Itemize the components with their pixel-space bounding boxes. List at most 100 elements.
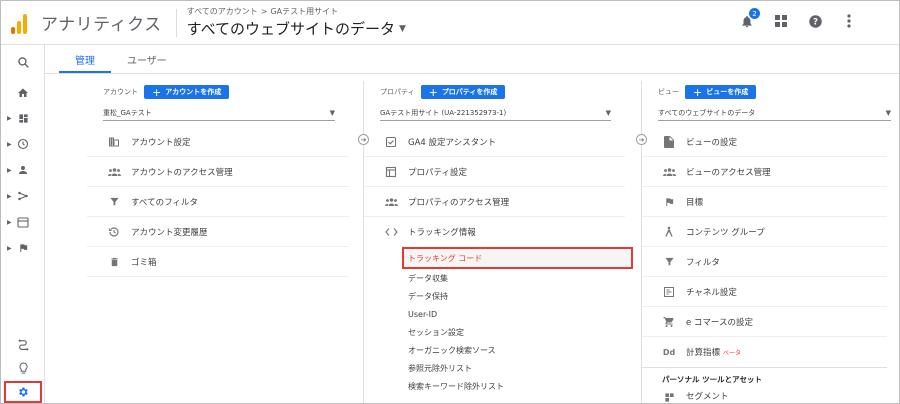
- nav-discover[interactable]: [1, 357, 45, 379]
- create-view-button[interactable]: + ビューを作成: [685, 85, 757, 99]
- view-filters-item[interactable]: フィルタ: [642, 247, 887, 277]
- user-id-item[interactable]: User-ID: [364, 305, 637, 323]
- tab-users[interactable]: ユーザー: [111, 45, 183, 73]
- nav-behavior[interactable]: ▶: [1, 211, 45, 233]
- data-collection-item[interactable]: データ収集: [364, 269, 637, 287]
- view-column: ➔ ビュー + ビューを作成 すべてのウェブサイトのデータ ▼ ビューの設定 ビ…: [636, 81, 899, 404]
- calculated-metrics-item[interactable]: Dd 計算指標 ベータ: [642, 337, 887, 367]
- view-title-text: すべてのウェブサイトのデータ: [186, 20, 395, 38]
- goals-item[interactable]: 目標: [642, 187, 887, 217]
- item-label: アカウントのアクセス管理: [131, 167, 233, 178]
- people-icon: [107, 165, 121, 179]
- nav-search[interactable]: [1, 51, 45, 73]
- item-label: プロパティ設定: [408, 167, 467, 178]
- nav-realtime[interactable]: ▶: [1, 133, 45, 155]
- organic-sources-item[interactable]: オーガニック検索ソース: [364, 341, 637, 359]
- dropdown-caret-icon: ▼: [605, 108, 611, 117]
- nav-admin[interactable]: [4, 381, 42, 403]
- tab-admin[interactable]: 管理: [59, 45, 111, 73]
- property-settings-item[interactable]: プロパティ設定: [364, 157, 625, 187]
- view-settings-item[interactable]: ビューの設定: [642, 127, 887, 157]
- account-settings-item[interactable]: アカウント設定: [87, 127, 349, 157]
- property-selected: GAテスト用サイト (UA-221352973-1): [380, 108, 507, 117]
- plus-icon: +: [152, 85, 162, 99]
- attribution-icon: [18, 339, 28, 350]
- dropdown-caret-icon: ▼: [885, 108, 891, 117]
- property-header: プロパティ + プロパティを作成: [380, 85, 506, 99]
- data-retention-item[interactable]: データ保持: [364, 287, 637, 305]
- tracking-code-item[interactable]: トラッキング コード: [402, 247, 633, 269]
- apps-grid-icon: [775, 15, 787, 27]
- expand-arrow-icon: ▶: [7, 140, 12, 148]
- channel-settings-item[interactable]: チャネル設定: [642, 277, 887, 307]
- tracking-info-item[interactable]: トラッキング情報: [364, 217, 625, 247]
- trash-icon: [107, 255, 121, 269]
- document-icon: [662, 135, 676, 149]
- gear-icon: [19, 387, 28, 397]
- item-label: セグメント: [686, 392, 729, 402]
- nav-conversions[interactable]: ▶: [1, 237, 45, 259]
- checkbox-icon: [384, 135, 398, 149]
- property-access-item[interactable]: プロパティのアクセス管理: [364, 187, 625, 217]
- item-label: アカウント設定: [131, 137, 191, 148]
- nav-home[interactable]: [1, 82, 45, 104]
- trash-item[interactable]: ゴミ箱: [87, 247, 349, 277]
- nav-audience[interactable]: ▶: [1, 159, 45, 181]
- segments-item[interactable]: セグメント: [642, 390, 887, 404]
- view-dropdown[interactable]: すべてのウェブサイトのデータ ▼: [658, 105, 891, 121]
- referral-exclusion-item[interactable]: 参照元除外リスト: [364, 359, 637, 377]
- item-label: ビューの設定: [686, 137, 738, 148]
- left-nav: ▶ ▶ ▶ ▶ ▶ ▶: [1, 45, 45, 403]
- account-menu: アカウント設定 アカウントのアクセス管理 すべてのフィルタ アカウント変更履歴 …: [87, 127, 361, 277]
- app-title: アナリティクス: [41, 15, 162, 35]
- account-header: アカウント + アカウントを作成: [103, 85, 230, 99]
- top-icons: 2 ?: [737, 8, 859, 31]
- content-grouping-item[interactable]: コンテンツ グループ: [642, 217, 887, 247]
- item-label: ゴミ箱: [131, 257, 157, 268]
- view-title[interactable]: すべてのウェブサイトのデータ ▼: [187, 18, 406, 39]
- account-dropdown[interactable]: 重松_GAテスト ▼: [103, 105, 335, 121]
- ecommerce-settings-item[interactable]: e コマースの設定: [642, 307, 887, 337]
- apps-button[interactable]: [771, 11, 791, 31]
- account-label: アカウント: [103, 88, 138, 96]
- nav-acquisition[interactable]: ▶: [1, 185, 45, 207]
- nav-customization[interactable]: ▶: [1, 107, 45, 129]
- person-walk-icon: [662, 225, 676, 239]
- notifications-button[interactable]: 2: [737, 8, 760, 31]
- help-button[interactable]: ?: [805, 11, 825, 31]
- dashboard-icon: [18, 113, 28, 123]
- create-account-button[interactable]: + アカウントを作成: [144, 85, 230, 99]
- create-property-button[interactable]: + プロパティを作成: [420, 85, 506, 99]
- history-icon: [107, 225, 121, 239]
- channel-icon: [662, 285, 676, 299]
- search-term-exclusion-item[interactable]: 検索キーワード除外リスト: [364, 377, 637, 395]
- view-selected: すべてのウェブサイトのデータ: [658, 108, 756, 117]
- header-divider: [175, 8, 177, 37]
- plus-icon: +: [693, 85, 703, 99]
- code-icon: [384, 225, 398, 239]
- tabs-divider: [45, 73, 899, 74]
- item-label: フィルタ: [686, 257, 720, 268]
- breadcrumb: すべてのアカウント > GAテスト用サイト: [187, 6, 406, 17]
- nav-attribution[interactable]: [1, 333, 45, 355]
- account-access-item[interactable]: アカウントのアクセス管理: [87, 157, 349, 187]
- ga4-assistant-item[interactable]: GA4 設定アシスタント: [364, 127, 625, 157]
- property-dropdown[interactable]: GAテスト用サイト (UA-221352973-1) ▼: [380, 105, 611, 121]
- expand-arrow-icon: ▶: [7, 166, 12, 174]
- more-vert-icon: [847, 14, 851, 28]
- more-menu-button[interactable]: [839, 11, 859, 31]
- crumb-all-accounts: すべてのアカウント: [186, 7, 258, 16]
- item-label: チャネル設定: [686, 287, 737, 298]
- account-history-item[interactable]: アカウント変更履歴: [87, 217, 349, 247]
- account-selector[interactable]: すべてのアカウント > GAテスト用サイト すべてのウェブサイトのデータ ▼: [187, 6, 406, 39]
- item-label: アカウント変更履歴: [131, 227, 208, 238]
- view-access-item[interactable]: ビューのアクセス管理: [642, 157, 887, 187]
- top-bar: アナリティクス すべてのアカウント > GAテスト用サイト すべてのウェブサイト…: [1, 1, 899, 45]
- view-header: ビュー + ビューを作成: [658, 85, 757, 99]
- all-filters-item[interactable]: すべてのフィルタ: [87, 187, 349, 217]
- session-settings-item[interactable]: セッション設定: [364, 323, 637, 341]
- create-view-label: ビューを作成: [706, 88, 749, 96]
- expand-arrow-icon: ▶: [7, 192, 12, 200]
- account-column: アカウント + アカウントを作成 重松_GAテスト ▼ アカウント設定 アカウン…: [87, 81, 361, 403]
- item-label: 計算指標: [686, 348, 721, 358]
